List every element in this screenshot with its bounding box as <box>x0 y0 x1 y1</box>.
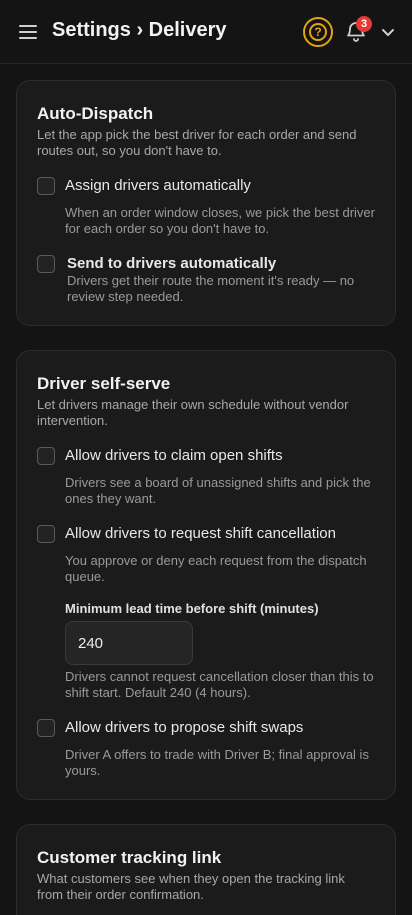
card-title: Driver self-serve <box>37 374 171 393</box>
chevron-down-icon[interactable] <box>378 22 398 42</box>
claim-shifts-checkbox[interactable] <box>37 447 55 465</box>
auto-dispatch-card: Auto-Dispatch Let the app pick the best … <box>16 80 396 326</box>
assign-drivers-help: When an order window closes, we pick the… <box>65 205 375 236</box>
send-drivers-help: Drivers get their route the moment it's … <box>67 273 355 304</box>
top-app-bar: Settings › Delivery ? 3 <box>0 0 412 64</box>
lead-time-input[interactable] <box>65 621 193 665</box>
driver-self-serve-card: Driver self-serve Let drivers manage the… <box>16 350 396 800</box>
customer-tracking-card: Customer tracking link What customers se… <box>16 824 396 915</box>
card-description: Let the app pick the best driver for eac… <box>37 127 357 158</box>
card-description: Let drivers manage their own schedule wi… <box>37 397 349 428</box>
request-cancellation-checkbox[interactable] <box>37 525 55 543</box>
notification-count-badge: 3 <box>356 16 372 32</box>
send-drivers-label[interactable]: Send to drivers automatically <box>67 255 276 272</box>
propose-swaps-label[interactable]: Allow drivers to propose shift swaps <box>65 719 303 736</box>
claim-shifts-help: Drivers see a board of unassigned shifts… <box>65 475 371 506</box>
lead-time-label: Minimum lead time before shift (minutes) <box>65 601 319 616</box>
propose-swaps-help: Driver A offers to trade with Driver B; … <box>65 747 369 778</box>
claim-shifts-label[interactable]: Allow drivers to claim open shifts <box>65 447 283 464</box>
propose-swaps-checkbox[interactable] <box>37 719 55 737</box>
assign-drivers-checkbox[interactable] <box>37 177 55 195</box>
lead-time-help: Drivers cannot request cancellation clos… <box>65 669 374 700</box>
request-cancellation-label[interactable]: Allow drivers to request shift cancellat… <box>65 525 336 542</box>
card-title: Auto-Dispatch <box>37 104 154 123</box>
help-icon[interactable]: ? <box>303 17 333 47</box>
breadcrumb-title: Settings › Delivery <box>52 19 227 41</box>
card-title: Customer tracking link <box>37 848 222 867</box>
send-drivers-checkbox[interactable] <box>37 255 55 273</box>
request-cancellation-help: You approve or deny each request from th… <box>65 553 367 584</box>
hamburger-menu-icon[interactable] <box>16 20 40 44</box>
assign-drivers-label[interactable]: Assign drivers automatically <box>65 177 251 194</box>
card-description: What customers see when they open the tr… <box>37 871 345 902</box>
